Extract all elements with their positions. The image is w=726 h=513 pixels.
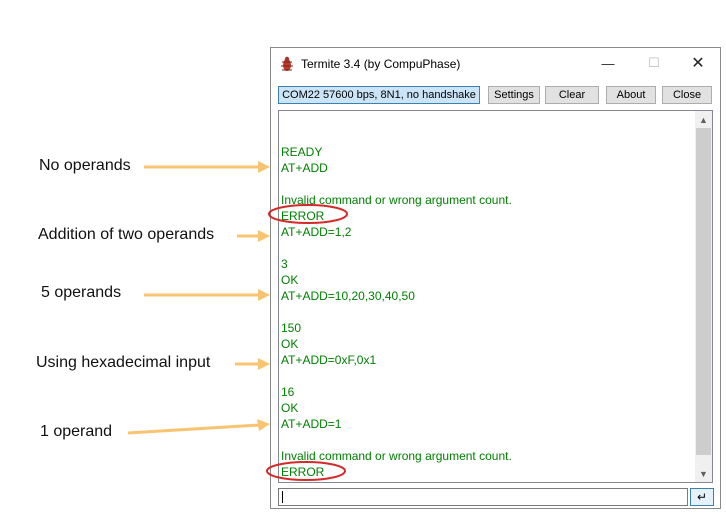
- command-input[interactable]: [278, 488, 688, 506]
- scroll-thumb[interactable]: [696, 128, 711, 455]
- terminal-line: ERROR: [281, 465, 325, 479]
- terminal-line: AT+ADD=10,20,30,40,50: [281, 289, 415, 303]
- send-button[interactable]: ↵: [690, 488, 714, 506]
- text-caret: [282, 491, 283, 503]
- about-button[interactable]: About: [606, 86, 656, 104]
- terminal-line: AT+ADD=0xF,0x1: [281, 353, 377, 367]
- annotation-two-operands: Addition of two operands: [38, 226, 215, 243]
- terminal-line: OK: [281, 401, 299, 415]
- annotation-hex-input: Using hexadecimal input: [36, 354, 211, 371]
- clear-button[interactable]: Clear: [545, 86, 599, 104]
- annotation-five-operands: 5 operands: [41, 284, 122, 301]
- terminal-line: OK: [281, 337, 299, 351]
- enter-icon: ↵: [696, 490, 708, 504]
- termite-icon: [281, 56, 293, 71]
- arrow-head-icon: [258, 161, 270, 173]
- annotation-no-operands: No operands: [39, 157, 131, 174]
- terminal-line: Invalid command or wrong argument count.: [281, 449, 512, 463]
- arrow-head-icon: [257, 419, 270, 431]
- arrow-head-icon: [258, 358, 270, 370]
- maximize-button[interactable]: ☐: [631, 48, 677, 78]
- arrow-head-icon: [258, 289, 270, 301]
- terminal-line: 16: [281, 385, 295, 399]
- vertical-scrollbar[interactable]: ▲ ▼: [695, 111, 712, 482]
- toolbar: COM22 57600 bps, 8N1, no handshake Setti…: [271, 86, 720, 106]
- terminal-line: ERROR: [281, 209, 325, 223]
- close-button[interactable]: Close: [662, 86, 712, 104]
- title-bar[interactable]: Termite 3.4 (by CompuPhase) — ☐ ✕: [271, 48, 720, 80]
- terminal-lines: READY AT+ADD Invalid command or wrong ar…: [281, 144, 512, 480]
- terminal-line: 150: [281, 321, 302, 335]
- annotation-one-operand: 1 operand: [40, 423, 113, 440]
- scroll-up-icon[interactable]: ▲: [695, 111, 712, 128]
- arrow-head-icon: [258, 230, 270, 242]
- terminal-line: AT+ADD: [281, 161, 328, 175]
- terminal-line: Invalid command or wrong argument count.: [281, 193, 512, 207]
- terminal-line: OK: [281, 273, 299, 287]
- termite-window: Termite 3.4 (by CompuPhase) — ☐ ✕ COM22 …: [270, 47, 721, 509]
- port-config-button[interactable]: COM22 57600 bps, 8N1, no handshake: [278, 86, 480, 104]
- minimize-button[interactable]: —: [585, 48, 631, 78]
- window-title: Termite 3.4 (by CompuPhase): [301, 57, 461, 71]
- terminal-line: AT+ADD=1: [281, 417, 342, 431]
- terminal-output[interactable]: READY AT+ADD Invalid command or wrong ar…: [278, 110, 713, 483]
- scroll-down-icon[interactable]: ▼: [695, 465, 712, 482]
- close-window-button[interactable]: ✕: [675, 48, 721, 78]
- terminal-line: AT+ADD=1,2: [281, 225, 352, 239]
- terminal-line: READY: [281, 145, 323, 159]
- terminal-line: 3: [281, 257, 288, 271]
- arrow-one-operand: [127, 423, 261, 435]
- settings-button[interactable]: Settings: [488, 86, 540, 104]
